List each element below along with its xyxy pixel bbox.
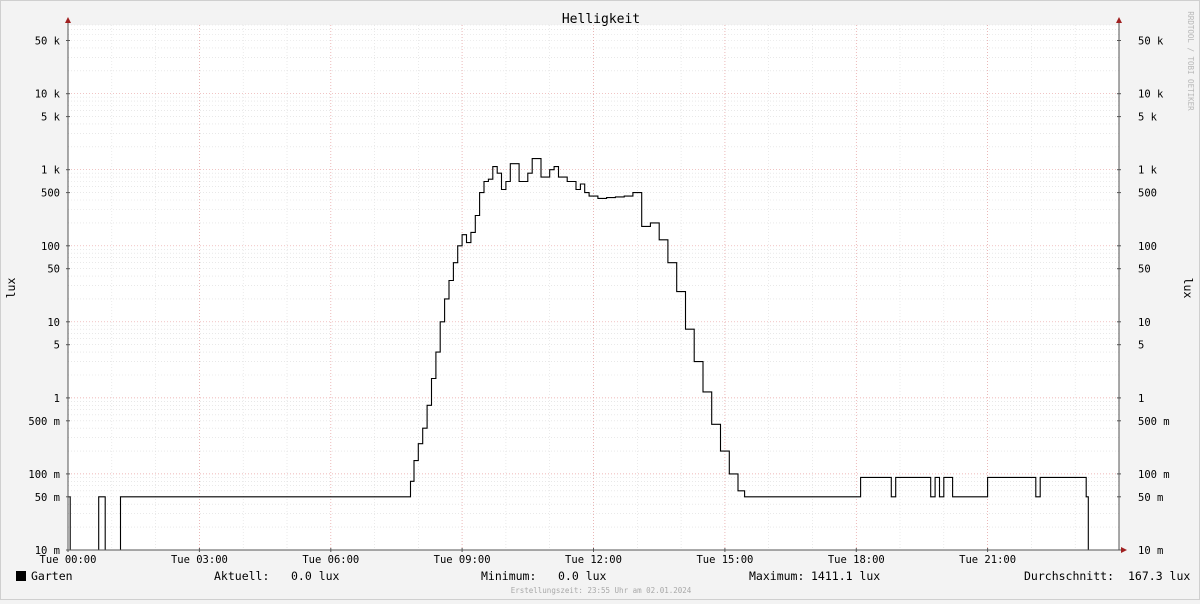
y-tick-label: 500 m	[1138, 416, 1170, 428]
y-tick-label: 1 k	[1138, 165, 1158, 177]
legend-avg-value: 167.3 lux	[1128, 569, 1190, 583]
y-tick-label: 50 k	[35, 36, 61, 48]
y-tick-label: 50 m	[1138, 492, 1163, 504]
x-tick-label: Tue 09:00	[434, 554, 491, 566]
y-tick-label: 1 k	[41, 165, 61, 177]
y-tick-label: 50	[1138, 264, 1151, 276]
legend-min-value: 0.0 lux	[558, 569, 607, 583]
axis-arrow	[1116, 17, 1122, 23]
y-tick-label: 500	[41, 188, 60, 200]
y-tick-label: 5	[1138, 340, 1144, 352]
y-tick-label: 1	[54, 393, 60, 405]
legend-max-value: 1411.1 lux	[811, 569, 880, 583]
legend-avg-label: Durchschnitt:	[1024, 569, 1114, 583]
y-tick-label: 50 m	[35, 492, 60, 504]
y-tick-label: 10	[47, 317, 60, 329]
x-tick-label: Tue 21:00	[959, 554, 1016, 566]
axis-arrow	[1121, 547, 1127, 553]
y-tick-label: 100	[41, 241, 60, 253]
legend-min-label: Minimum:	[481, 569, 536, 583]
y-tick-label: 5 k	[1138, 112, 1158, 124]
legend-current-label: Aktuell:	[214, 569, 269, 583]
y-tick-label: 50	[47, 264, 60, 276]
y-axis-label-right: lux	[1181, 278, 1195, 299]
y-tick-label: 100	[1138, 241, 1157, 253]
legend-swatch	[16, 571, 26, 581]
y-tick-label: 1	[1138, 393, 1144, 405]
x-tick-label: Tue 00:00	[40, 554, 97, 566]
x-tick-label: Tue 12:00	[565, 554, 622, 566]
y-tick-label: 10 k	[1138, 89, 1164, 101]
y-tick-label: 100 m	[1138, 469, 1170, 481]
y-tick-label: 500	[1138, 188, 1157, 200]
x-tick-label: Tue 18:00	[828, 554, 885, 566]
legend-series-name: Garten	[31, 569, 73, 583]
y-tick-label: 100 m	[28, 469, 60, 481]
watermark: RRDTOOL / TOBI OETIKER	[1186, 11, 1195, 111]
y-tick-label: 10 m	[1138, 545, 1163, 557]
chart: 50 k 50 k10 k 10 k5 k5 k1 k1 k500 500100 100…	[4, 11, 1195, 595]
y-tick-label: 10 k	[35, 89, 61, 101]
legend-current-value: 0.0 lux	[291, 569, 340, 583]
legend-max-label: Maximum:	[749, 569, 804, 583]
footer-timestamp: Erstellungszeit: 23:55 Uhr am 02.01.2024	[511, 586, 692, 595]
chart-frame: 50 k 50 k 10 k 10 k5 k5 k1 k1 k 500 500 100 100…	[0, 0, 1200, 600]
chart-title: Helligkeit	[562, 12, 640, 27]
y-tick-label: 500 m	[28, 416, 60, 428]
y-axis-label-left: lux	[4, 278, 18, 299]
y-tick-label: 50 k	[1138, 36, 1164, 48]
y-tick-label: 5	[54, 340, 60, 352]
y-tick-label: 10	[1138, 317, 1151, 329]
axis-arrow	[65, 17, 71, 23]
y-tick-label: 5 k	[41, 112, 61, 124]
x-tick-label: Tue 03:00	[171, 554, 228, 566]
x-tick-label: Tue 15:00	[696, 554, 753, 566]
x-tick-label: Tue 06:00	[302, 554, 359, 566]
